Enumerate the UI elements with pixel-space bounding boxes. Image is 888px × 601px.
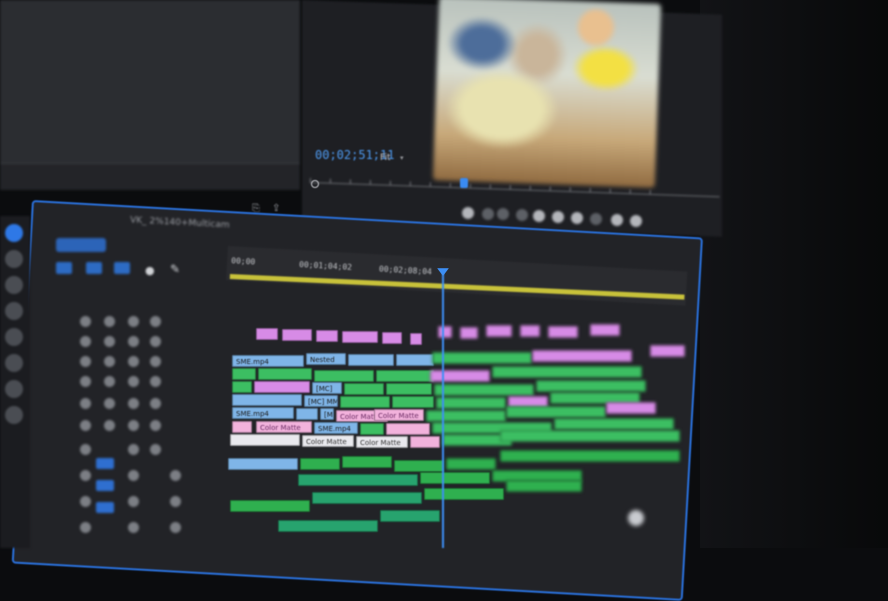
clip-sme[interactable]: SME.mp4 <box>232 407 294 419</box>
clip-blue[interactable] <box>232 394 302 406</box>
clip-green[interactable] <box>258 368 312 380</box>
playhead[interactable] <box>442 272 444 548</box>
audio-clip[interactable] <box>230 500 310 512</box>
audio-clip[interactable] <box>420 472 490 484</box>
clip-green[interactable] <box>232 381 252 393</box>
clip-color-matte[interactable] <box>386 423 430 435</box>
clip-green[interactable] <box>360 423 384 435</box>
clip-pink[interactable] <box>254 381 310 393</box>
clip-pink[interactable] <box>606 402 656 414</box>
audio-clip[interactable] <box>424 488 504 500</box>
clip-mc[interactable]: [MC] <box>320 408 334 420</box>
clip-pink[interactable] <box>438 326 452 338</box>
audio-clip[interactable] <box>278 520 378 532</box>
clip-green[interactable] <box>386 383 432 395</box>
clip-color-matte[interactable] <box>232 421 252 433</box>
clip-color-matte[interactable]: Color Matte <box>374 409 424 421</box>
clip-blue[interactable] <box>348 354 394 366</box>
audio-clip[interactable] <box>298 474 418 486</box>
clip-mc[interactable]: [MC] <box>312 382 342 394</box>
clip-pink[interactable] <box>650 345 685 357</box>
clip-green[interactable] <box>434 384 534 396</box>
clip-pink[interactable] <box>430 370 490 382</box>
audio-clip[interactable] <box>446 458 496 470</box>
audio-clip[interactable] <box>342 456 392 468</box>
audio-clip[interactable] <box>312 492 422 504</box>
clip-green[interactable] <box>432 352 532 364</box>
audio-clip[interactable] <box>228 458 298 470</box>
clip-green[interactable] <box>536 380 646 392</box>
clip-green[interactable] <box>506 406 606 418</box>
clip-green[interactable] <box>426 410 506 422</box>
clip-pink[interactable] <box>342 331 378 343</box>
audio-clip[interactable] <box>380 510 440 522</box>
clip-pink[interactable] <box>520 325 540 337</box>
clip-green[interactable] <box>436 397 506 409</box>
clip-pink[interactable] <box>382 332 402 344</box>
audio-clip[interactable] <box>300 458 340 470</box>
clip-green[interactable] <box>554 418 674 430</box>
clip-pink[interactable] <box>410 333 422 345</box>
clip-green[interactable] <box>492 366 642 378</box>
clip-mc-mm[interactable]: [MC] MM <box>304 395 338 407</box>
clip-pink[interactable] <box>256 328 278 340</box>
clip-pink[interactable] <box>486 325 512 337</box>
clip-green[interactable] <box>392 396 434 408</box>
clip-color-matte[interactable] <box>410 436 440 448</box>
clip-color-matte[interactable]: Color Matte <box>256 421 312 433</box>
clip-green[interactable] <box>232 368 256 380</box>
clip-sme[interactable]: SME.mp4 <box>314 422 358 434</box>
clip-pink[interactable] <box>460 327 478 339</box>
clip-color-matte[interactable]: Color Matte <box>356 436 408 448</box>
clip-color-matte[interactable]: Color Matte <box>302 435 354 447</box>
clip-sme[interactable]: SME.mp4 <box>232 355 304 367</box>
audio-clip[interactable] <box>394 460 444 472</box>
clip-pink[interactable] <box>282 329 312 341</box>
clip-green[interactable] <box>344 383 384 395</box>
clip-green[interactable] <box>376 370 434 382</box>
timeline-scroll-knob[interactable] <box>628 510 644 526</box>
clip-pink[interactable] <box>590 324 620 336</box>
clip-nested[interactable]: Nested <box>306 353 346 365</box>
clip-green[interactable] <box>340 396 390 408</box>
audio-clip[interactable] <box>500 450 680 462</box>
clip-blue[interactable] <box>396 354 434 366</box>
clip-blue[interactable] <box>296 408 318 420</box>
clip-pink[interactable] <box>548 326 578 338</box>
clip-pink[interactable] <box>532 350 632 362</box>
clip-green[interactable] <box>500 430 680 442</box>
clip-green[interactable] <box>314 370 374 382</box>
clip-white[interactable] <box>230 434 300 446</box>
audio-clip[interactable] <box>506 480 582 492</box>
clip-pink[interactable] <box>316 330 338 342</box>
